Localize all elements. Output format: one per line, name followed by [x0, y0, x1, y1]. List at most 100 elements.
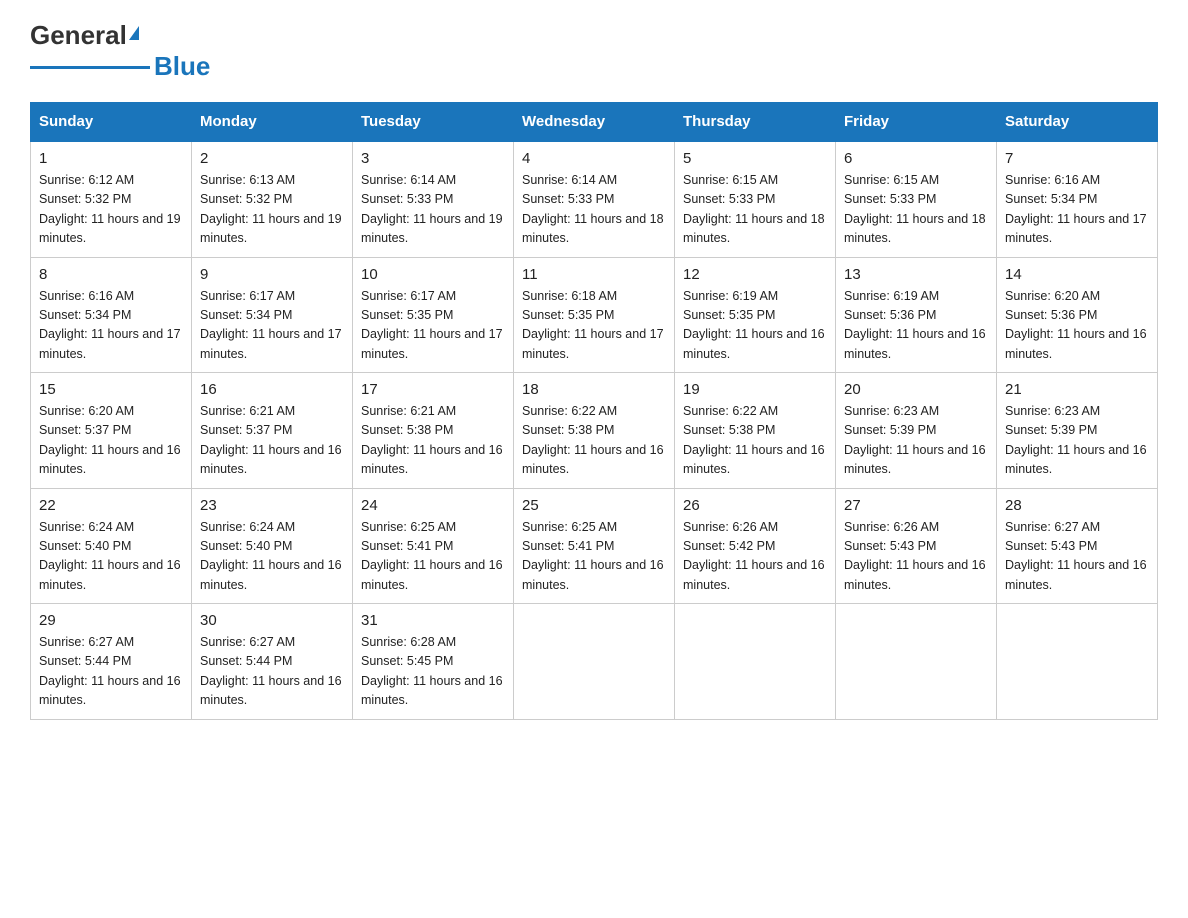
calendar-cell: 13 Sunrise: 6:19 AMSunset: 5:36 PMDayligh… — [836, 257, 997, 373]
calendar-cell: 27Sunrise: 6:26 AMSunset: 5:43 PMDayligh… — [836, 488, 997, 604]
calendar-cell: 3Sunrise: 6:14 AMSunset: 5:33 PMDaylight… — [353, 141, 514, 257]
calendar-cell: 9 Sunrise: 6:17 AMSunset: 5:34 PMDaylight… — [192, 257, 353, 373]
calendar-cell: 28 Sunrise: 6:27 AMSunset: 5:43 PMDayligh… — [997, 488, 1158, 604]
calendar-cell: 31Sunrise: 6:28 AMSunset: 5:45 PMDayligh… — [353, 604, 514, 720]
day-info: Sunrise: 6:22 AMSunset: 5:38 PMDaylight:… — [522, 402, 666, 480]
day-info: Sunrise: 6:18 AMSunset: 5:35 PMDaylight:… — [522, 287, 666, 365]
day-info: Sunrise: 6:24 AMSunset: 5:40 PMDaylight:… — [39, 518, 183, 596]
day-number: 28 — [1005, 497, 1149, 514]
calendar-week-row: 1 Sunrise: 6:12 AMSunset: 5:32 PMDaylight… — [31, 141, 1158, 257]
calendar-header-wednesday: Wednesday — [514, 103, 675, 142]
calendar-header-thursday: Thursday — [675, 103, 836, 142]
logo-general-text: General — [30, 20, 127, 51]
day-info: Sunrise: 6:20 AMSunset: 5:36 PMDaylight:… — [1005, 287, 1149, 365]
calendar-table: SundayMondayTuesdayWednesdayThursdayFrid… — [30, 102, 1158, 720]
day-number: 6 — [844, 150, 988, 167]
calendar-cell: 29Sunrise: 6:27 AMSunset: 5:44 PMDayligh… — [31, 604, 192, 720]
day-info: Sunrise: 6:27 AMSunset: 5:44 PMDaylight:… — [200, 633, 344, 711]
day-info: Sunrise: 6:25 AMSunset: 5:41 PMDaylight:… — [522, 518, 666, 596]
calendar-week-row: 22Sunrise: 6:24 AMSunset: 5:40 PMDayligh… — [31, 488, 1158, 604]
day-info: Sunrise: 6:19 AMSunset: 5:35 PMDaylight:… — [683, 287, 827, 365]
day-info: Sunrise: 6:17 AMSunset: 5:34 PMDaylight:… — [200, 287, 344, 365]
calendar-header-saturday: Saturday — [997, 103, 1158, 142]
day-number: 3 — [361, 150, 505, 167]
day-number: 23 — [200, 497, 344, 514]
day-number: 7 — [1005, 150, 1149, 167]
calendar-cell: 12Sunrise: 6:19 AMSunset: 5:35 PMDayligh… — [675, 257, 836, 373]
calendar-header-monday: Monday — [192, 103, 353, 142]
calendar-cell: 26 Sunrise: 6:26 AMSunset: 5:42 PMDayligh… — [675, 488, 836, 604]
calendar-cell: 25 Sunrise: 6:25 AMSunset: 5:41 PMDayligh… — [514, 488, 675, 604]
day-info: Sunrise: 6:14 AMSunset: 5:33 PMDaylight:… — [522, 171, 666, 249]
day-info: Sunrise: 6:26 AMSunset: 5:42 PMDaylight:… — [683, 518, 827, 596]
logo: General Blue — [30, 20, 210, 82]
calendar-cell — [675, 604, 836, 720]
calendar-cell: 10 Sunrise: 6:17 AMSunset: 5:35 PMDayligh… — [353, 257, 514, 373]
day-number: 25 — [522, 497, 666, 514]
calendar-cell: 2 Sunrise: 6:13 AMSunset: 5:32 PMDaylight… — [192, 141, 353, 257]
day-number: 1 — [39, 150, 183, 167]
day-number: 13 — [844, 266, 988, 283]
calendar-cell: 8 Sunrise: 6:16 AMSunset: 5:34 PMDaylight… — [31, 257, 192, 373]
day-info: Sunrise: 6:24 AMSunset: 5:40 PMDaylight:… — [200, 518, 344, 596]
day-info: Sunrise: 6:16 AMSunset: 5:34 PMDaylight:… — [39, 287, 183, 365]
day-info: Sunrise: 6:16 AMSunset: 5:34 PMDaylight:… — [1005, 171, 1149, 249]
day-number: 14 — [1005, 266, 1149, 283]
day-info: Sunrise: 6:12 AMSunset: 5:32 PMDaylight:… — [39, 171, 183, 249]
calendar-cell: 23 Sunrise: 6:24 AMSunset: 5:40 PMDayligh… — [192, 488, 353, 604]
logo-blue-text: Blue — [154, 51, 210, 82]
day-number: 9 — [200, 266, 344, 283]
calendar-cell: 19Sunrise: 6:22 AMSunset: 5:38 PMDayligh… — [675, 373, 836, 489]
day-number: 26 — [683, 497, 827, 514]
day-info: Sunrise: 6:17 AMSunset: 5:35 PMDaylight:… — [361, 287, 505, 365]
page-header: General Blue — [30, 20, 1158, 82]
calendar-cell: 15 Sunrise: 6:20 AMSunset: 5:37 PMDayligh… — [31, 373, 192, 489]
calendar-header-friday: Friday — [836, 103, 997, 142]
day-info: Sunrise: 6:19 AMSunset: 5:36 PMDaylight:… — [844, 287, 988, 365]
day-info: Sunrise: 6:20 AMSunset: 5:37 PMDaylight:… — [39, 402, 183, 480]
day-info: Sunrise: 6:15 AMSunset: 5:33 PMDaylight:… — [683, 171, 827, 249]
day-info: Sunrise: 6:26 AMSunset: 5:43 PMDaylight:… — [844, 518, 988, 596]
calendar-cell: 16Sunrise: 6:21 AMSunset: 5:37 PMDayligh… — [192, 373, 353, 489]
day-info: Sunrise: 6:21 AMSunset: 5:38 PMDaylight:… — [361, 402, 505, 480]
calendar-cell — [514, 604, 675, 720]
calendar-cell — [997, 604, 1158, 720]
calendar-cell: 30 Sunrise: 6:27 AMSunset: 5:44 PMDayligh… — [192, 604, 353, 720]
day-info: Sunrise: 6:23 AMSunset: 5:39 PMDaylight:… — [1005, 402, 1149, 480]
calendar-cell: 17 Sunrise: 6:21 AMSunset: 5:38 PMDayligh… — [353, 373, 514, 489]
calendar-cell: 11 Sunrise: 6:18 AMSunset: 5:35 PMDayligh… — [514, 257, 675, 373]
calendar-week-row: 29 Sunrise: 6:27 AMSunset: 5:44 PMDayligh… — [31, 604, 1158, 720]
calendar-week-row: 8 Sunrise: 6:16 AMSunset: 5:34 PMDaylight… — [31, 257, 1158, 373]
day-number: 31 — [361, 612, 505, 629]
day-number: 10 — [361, 266, 505, 283]
day-number: 8 — [39, 266, 183, 283]
day-number: 20 — [844, 381, 988, 398]
day-info: Sunrise: 6:25 AMSunset: 5:41 PMDaylight:… — [361, 518, 505, 596]
day-number: 2 — [200, 150, 344, 167]
logo-underline — [30, 66, 150, 69]
day-info: Sunrise: 6:13 AMSunset: 5:32 PMDaylight:… — [200, 171, 344, 249]
calendar-week-row: 15 Sunrise: 6:20 AMSunset: 5:37 PMDayligh… — [31, 373, 1158, 489]
calendar-cell: 4 Sunrise: 6:14 AMSunset: 5:33 PMDaylight… — [514, 141, 675, 257]
calendar-header-tuesday: Tuesday — [353, 103, 514, 142]
calendar-cell: 24 Sunrise: 6:25 AMSunset: 5:41 PMDayligh… — [353, 488, 514, 604]
calendar-cell: 6Sunrise: 6:15 AMSunset: 5:33 PMDaylight… — [836, 141, 997, 257]
calendar-cell: 7 Sunrise: 6:16 AMSunset: 5:34 PMDaylight… — [997, 141, 1158, 257]
day-number: 17 — [361, 381, 505, 398]
day-number: 11 — [522, 266, 666, 283]
day-info: Sunrise: 6:23 AMSunset: 5:39 PMDaylight:… — [844, 402, 988, 480]
calendar-header-row: SundayMondayTuesdayWednesdayThursdayFrid… — [31, 103, 1158, 142]
calendar-cell: 20 Sunrise: 6:23 AMSunset: 5:39 PMDayligh… — [836, 373, 997, 489]
day-number: 30 — [200, 612, 344, 629]
day-number: 24 — [361, 497, 505, 514]
calendar-cell: 22Sunrise: 6:24 AMSunset: 5:40 PMDayligh… — [31, 488, 192, 604]
day-number: 4 — [522, 150, 666, 167]
day-number: 29 — [39, 612, 183, 629]
calendar-cell: 21Sunrise: 6:23 AMSunset: 5:39 PMDayligh… — [997, 373, 1158, 489]
day-info: Sunrise: 6:27 AMSunset: 5:43 PMDaylight:… — [1005, 518, 1149, 596]
day-info: Sunrise: 6:22 AMSunset: 5:38 PMDaylight:… — [683, 402, 827, 480]
day-number: 15 — [39, 381, 183, 398]
calendar-cell: 5Sunrise: 6:15 AMSunset: 5:33 PMDaylight… — [675, 141, 836, 257]
calendar-cell: 1 Sunrise: 6:12 AMSunset: 5:32 PMDaylight… — [31, 141, 192, 257]
calendar-cell: 14 Sunrise: 6:20 AMSunset: 5:36 PMDayligh… — [997, 257, 1158, 373]
